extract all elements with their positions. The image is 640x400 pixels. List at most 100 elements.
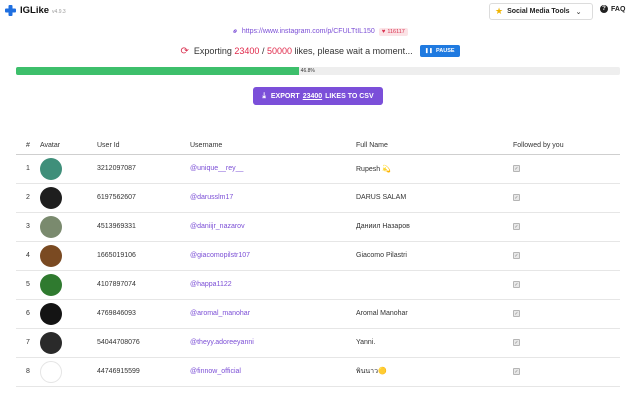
export-prefix: EXPORT (270, 92, 300, 100)
progress-bar: 46.8% (16, 67, 620, 75)
row-full-name: Giacomo Pilastri (356, 241, 513, 271)
star-icon: ★ (495, 6, 504, 16)
row-username-link[interactable]: @giacomopilstr107 (190, 252, 250, 259)
heart-icon: ♥ (381, 28, 386, 35)
row-username-link[interactable]: @aromal_manohar (190, 310, 250, 317)
app-version: v4.9.3 (52, 8, 66, 15)
avatar[interactable] (40, 273, 62, 296)
row-user-id: 3212097087 (97, 154, 190, 184)
status-text: Exporting 23400 / 50000 likes, please wa… (194, 46, 413, 56)
row-index: 7 (16, 328, 40, 358)
status-prefix: Exporting (193, 46, 232, 56)
chevron-down-icon: ⌄ (575, 8, 582, 16)
export-csv-button[interactable]: ⤓ EXPORT 23400 LIKES TO CSV (253, 87, 383, 105)
plus-logo-icon (5, 5, 16, 16)
row-index: 2 (16, 183, 40, 213)
row-full-name: DARUS SALAM (356, 183, 513, 213)
faq-label: FAQ (611, 5, 626, 13)
likes-table: # Avatar User Id Username Full Name Foll… (16, 137, 620, 387)
row-index: 6 (16, 299, 40, 329)
link-icon: ⚭ (229, 25, 242, 38)
row-username-link[interactable]: @daniijr_nazarov (190, 223, 245, 230)
avatar[interactable] (40, 215, 62, 238)
post-url-link[interactable]: https://www.instagram.com/p/CFULTtIL150 (242, 28, 375, 35)
table-header-row: # Avatar User Id Username Full Name Foll… (16, 137, 620, 155)
table-row: 2 6197562607 @darusslm17 DARUS SALAM ✓ (16, 183, 620, 213)
col-user-id: User Id (97, 137, 190, 155)
row-user-id: 4769846093 (97, 299, 190, 329)
download-icon: ⤓ (262, 91, 266, 100)
progress-label: 46.8% (300, 68, 315, 74)
followed-checkbox: ✓ (513, 368, 520, 375)
avatar[interactable] (40, 302, 62, 325)
row-index: 8 (16, 357, 40, 387)
faq-link[interactable]: ? FAQ (600, 5, 625, 13)
app-header: IGLike v4.9.3 ★ Social Media Tools ⌄ ? F… (0, 0, 640, 24)
row-full-name (356, 270, 513, 300)
followed-checkbox: ✓ (513, 310, 520, 317)
col-username: Username (190, 137, 356, 155)
likes-count-badge: ♥ 116117 (378, 27, 408, 36)
export-suffix: LIKES TO CSV (325, 92, 374, 100)
export-status: ⟳ Exporting 23400 / 50000 likes, please … (0, 45, 640, 57)
status-separator: / (261, 46, 265, 56)
avatar[interactable] (40, 360, 62, 383)
col-full-name: Full Name (356, 137, 513, 155)
progress-fill (16, 67, 299, 75)
pause-label: PAUSE (435, 48, 455, 54)
row-user-id: 54044708076 (97, 328, 190, 358)
followed-checkbox: ✓ (513, 165, 520, 172)
row-user-id: 1665019106 (97, 241, 190, 271)
pause-button[interactable]: ❚❚ PAUSE (419, 45, 460, 57)
export-count: 23400 (302, 92, 323, 100)
followed-checkbox: ✓ (513, 194, 520, 201)
table-row: 8 44746915599 @finnow_official พินนาว🟡 ✓ (16, 357, 620, 387)
row-full-name: Aromal Manohar (356, 299, 513, 329)
row-username-link[interactable]: @unique__rey__ (190, 165, 243, 172)
status-current: 23400 (234, 46, 260, 56)
likes-count: 116117 (387, 28, 405, 35)
col-avatar: Avatar (40, 137, 97, 155)
social-media-tools-button[interactable]: ★ Social Media Tools ⌄ (489, 3, 593, 20)
avatar[interactable] (40, 186, 62, 209)
post-url-row: ⚭ https://www.instagram.com/p/CFULTtIL15… (0, 25, 640, 38)
question-icon: ? (600, 5, 608, 13)
col-index: # (16, 137, 40, 155)
row-full-name: พินนาว🟡 (356, 357, 513, 387)
table-row: 6 4769846093 @aromal_manohar Aromal Mano… (16, 299, 620, 329)
row-full-name: Даниил Назаров (356, 212, 513, 242)
sync-icon: ⟳ (180, 45, 189, 57)
row-username-link[interactable]: @darusslm17 (190, 194, 233, 201)
table-row: 7 54044708076 @theyy.adoreeyanni Yanni. … (16, 328, 620, 358)
row-user-id: 4107897074 (97, 270, 190, 300)
row-username-link[interactable]: @theyy.adoreeyanni (190, 339, 254, 346)
row-user-id: 6197562607 (97, 183, 190, 213)
table-row: 1 3212097087 @unique__rey__ Rupesh 💫 ✓ (16, 154, 620, 184)
row-full-name: Yanni. (356, 328, 513, 358)
row-username-link[interactable]: @happa1122 (190, 281, 232, 288)
row-index: 4 (16, 241, 40, 271)
row-index: 1 (16, 154, 40, 184)
status-total: 50000 (266, 46, 293, 56)
row-index: 5 (16, 270, 40, 300)
followed-checkbox: ✓ (513, 223, 520, 230)
col-followed: Followed by you (513, 137, 620, 155)
table-row: 3 4513969331 @daniijr_nazarov Даниил Наз… (16, 212, 620, 242)
followed-checkbox: ✓ (513, 339, 520, 346)
avatar[interactable] (40, 244, 62, 267)
row-index: 3 (16, 212, 40, 242)
followed-checkbox: ✓ (513, 281, 520, 288)
status-suffix: likes, please wait a moment... (294, 46, 413, 56)
table-row: 4 1665019106 @giacomopilstr107 Giacomo P… (16, 241, 620, 271)
logo[interactable]: IGLike v4.9.3 (5, 5, 66, 16)
avatar[interactable] (40, 331, 62, 354)
table-row: 5 4107897074 @happa1122 ✓ (16, 270, 620, 300)
followed-checkbox: ✓ (513, 252, 520, 259)
row-username-link[interactable]: @finnow_official (190, 368, 241, 375)
row-full-name: Rupesh 💫 (356, 154, 513, 184)
avatar[interactable] (40, 157, 62, 180)
tools-label: Social Media Tools (507, 8, 570, 15)
pause-icon: ❚❚ (424, 48, 433, 54)
app-name: IGLike (20, 5, 50, 16)
row-user-id: 4513969331 (97, 212, 190, 242)
